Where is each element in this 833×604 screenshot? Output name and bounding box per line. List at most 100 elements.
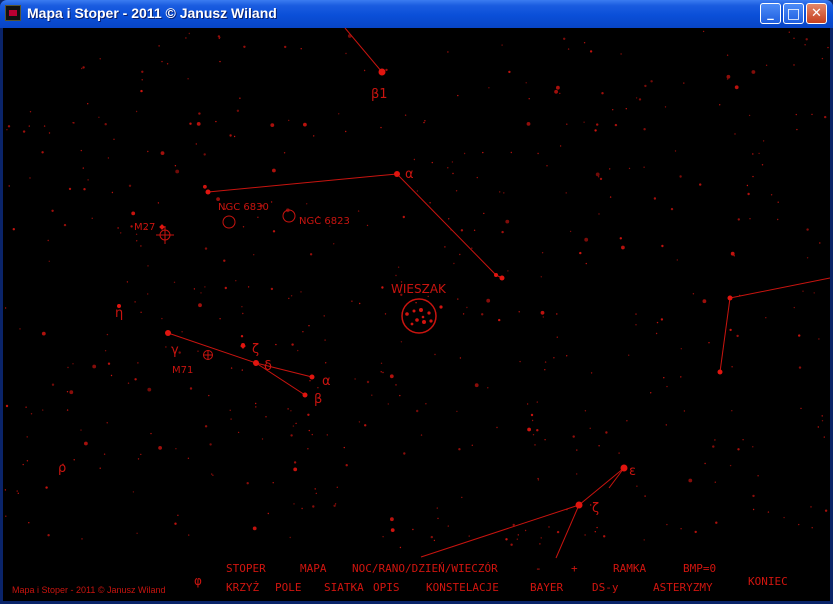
background-star — [715, 521, 718, 524]
background-star — [22, 130, 26, 133]
background-star — [110, 374, 113, 377]
background-star — [242, 226, 245, 228]
background-star — [307, 448, 309, 450]
background-star — [63, 223, 67, 227]
background-star — [596, 526, 598, 529]
star-map[interactable]: β1 α NGC 6830 NGC 6823 M27 WIESZAK η γ ζ… — [3, 28, 830, 601]
background-star — [765, 317, 767, 319]
background-star — [482, 151, 484, 154]
background-star — [798, 523, 800, 526]
menu-minus[interactable]: - — [535, 562, 542, 575]
background-star — [415, 302, 417, 304]
background-star — [189, 122, 192, 125]
background-star — [366, 380, 370, 384]
menu-asteryzmy[interactable]: ASTERYZMY — [653, 581, 713, 594]
background-star — [653, 197, 657, 200]
background-star — [796, 128, 798, 131]
background-star — [605, 431, 608, 434]
background-star — [712, 445, 715, 448]
star-map-canvas[interactable]: β1 α NGC 6830 NGC 6823 M27 WIESZAK η γ ζ… — [3, 28, 830, 601]
ngc6823-marker[interactable] — [282, 209, 296, 223]
background-star — [233, 135, 236, 138]
background-star — [541, 252, 544, 254]
background-star — [674, 150, 677, 152]
star-epsilon[interactable] — [620, 464, 628, 472]
maximize-button[interactable]: □ — [783, 3, 804, 24]
background-star — [66, 391, 69, 393]
background-star — [488, 87, 490, 89]
label-alpha-sge: α — [322, 374, 331, 389]
background-star — [181, 331, 183, 333]
star[interactable] — [727, 295, 733, 301]
close-button[interactable]: ✕ — [806, 3, 827, 24]
menu-krzyz[interactable]: KRZYŻ — [226, 581, 259, 594]
background-star — [255, 406, 257, 408]
background-star — [204, 425, 208, 428]
minimize-button[interactable]: _ — [760, 3, 781, 24]
star[interactable] — [717, 369, 723, 375]
menu-pole[interactable]: POLE — [275, 581, 302, 594]
background-star — [253, 254, 255, 256]
menu-siatka[interactable]: SIATKA — [324, 581, 364, 594]
ngc6830-marker[interactable] — [222, 215, 236, 229]
m71-marker[interactable] — [203, 350, 213, 360]
menu-time-of-day[interactable]: NOC/RANO/DZIEŃ/WIECZÓR — [352, 562, 498, 575]
menu-bmp[interactable]: BMP=0 — [683, 562, 716, 575]
star-beta1[interactable] — [378, 68, 386, 76]
background-star — [308, 429, 310, 432]
star-alpha-sge[interactable] — [309, 374, 315, 380]
star[interactable] — [494, 273, 498, 277]
constellation-line — [396, 173, 497, 276]
star[interactable] — [499, 275, 505, 281]
star-zeta[interactable] — [575, 501, 583, 509]
menu-mapa[interactable]: MAPA — [300, 562, 327, 575]
background-star — [72, 363, 74, 365]
background-star — [80, 149, 83, 152]
background-star — [333, 243, 335, 245]
menu-opis[interactable]: OPIS — [373, 581, 400, 594]
background-star — [137, 458, 140, 460]
background-star — [540, 310, 545, 315]
background-star — [751, 70, 756, 74]
star-alpha-vul[interactable] — [394, 171, 400, 177]
background-star — [195, 143, 197, 145]
menu-exit[interactable]: KONIEC — [748, 575, 788, 588]
background-star — [343, 446, 345, 449]
background-star — [460, 229, 464, 232]
m27-marker[interactable] — [156, 226, 174, 244]
background-star — [140, 89, 143, 93]
app-icon[interactable] — [5, 5, 21, 21]
background-star — [459, 357, 462, 359]
background-star — [596, 123, 599, 126]
menu-ds[interactable]: DS-y — [592, 581, 619, 594]
star[interactable] — [205, 189, 211, 195]
background-star — [290, 295, 293, 297]
wieszak-asterism-circle[interactable] — [401, 298, 437, 334]
star-delta-sge[interactable] — [253, 360, 259, 366]
background-star — [177, 514, 179, 516]
menu-bayer[interactable]: BAYER — [530, 581, 563, 594]
menu-ramka[interactable]: RAMKA — [613, 562, 646, 575]
star-gamma-sge[interactable] — [165, 330, 171, 336]
background-star — [147, 387, 152, 392]
background-star — [556, 313, 558, 315]
star-beta-sge[interactable] — [302, 392, 308, 398]
menu-plus[interactable]: + — [571, 562, 578, 575]
background-star — [211, 473, 213, 475]
menu-konstelacje[interactable]: KONSTELACJE — [426, 581, 499, 594]
background-star — [804, 44, 806, 46]
app-window: Mapa i Stoper - 2011 © Janusz Wiland _ □… — [0, 0, 833, 604]
background-star — [270, 287, 274, 291]
title-bar[interactable]: Mapa i Stoper - 2011 © Janusz Wiland _ □… — [0, 0, 833, 28]
background-star — [526, 122, 531, 126]
background-star — [363, 69, 366, 72]
background-star — [366, 224, 369, 227]
menu-stoper[interactable]: STOPER — [226, 562, 266, 575]
background-star — [628, 167, 631, 170]
background-star — [188, 534, 190, 536]
background-star — [447, 167, 449, 169]
background-star — [810, 506, 812, 508]
background-star — [451, 161, 454, 163]
background-star — [288, 119, 290, 122]
background-star — [599, 177, 603, 181]
